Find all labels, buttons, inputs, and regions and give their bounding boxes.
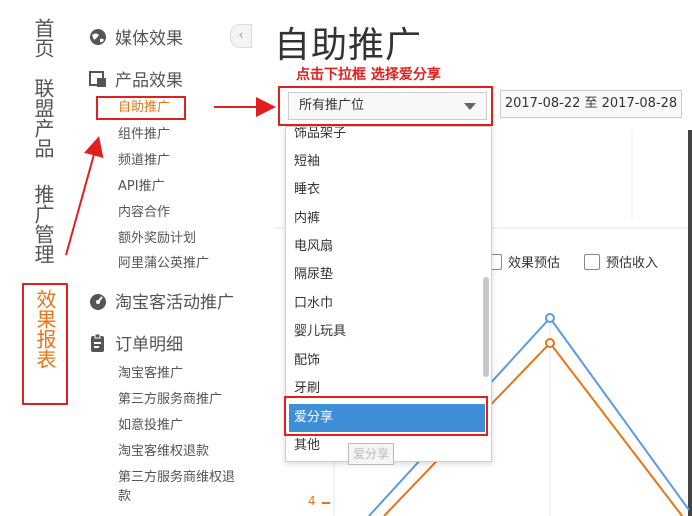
annotation-arrows: [65, 97, 276, 256]
arrow-to-self-promotion: [65, 136, 104, 256]
